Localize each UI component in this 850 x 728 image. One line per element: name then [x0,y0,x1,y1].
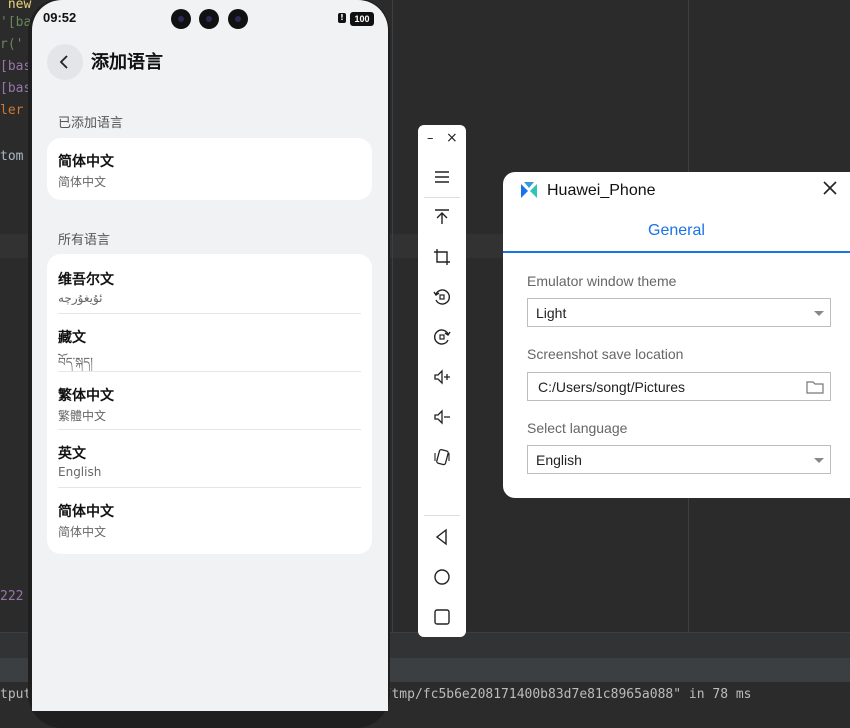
chevron-left-icon [59,55,68,69]
volume-down-icon [434,409,450,425]
folder-icon[interactable] [806,379,824,395]
toolbar-divider [424,197,460,198]
added-languages-card: 简体中文 简体中文 [47,138,372,200]
nav-recent-button[interactable] [430,605,454,629]
screenshot-location-field[interactable]: C:/Users/songt/Pictures [527,372,831,401]
code-line: [bas [0,59,32,74]
language-item[interactable]: 维吾尔文 ئۇيغۇرچە [47,256,372,314]
menu-button[interactable] [430,165,454,189]
camera-icon [199,9,219,29]
toolbar-title-bar: – × [418,125,466,153]
minimize-button[interactable]: – [427,131,434,146]
camera-icon [228,9,248,29]
crop-icon [434,249,450,265]
home-nav-icon [434,569,450,585]
language-item[interactable]: 简体中文 简体中文 [47,138,372,196]
language-item[interactable]: 简体中文 简体中文 [47,488,372,546]
shake-icon [434,449,450,466]
editor-guide [392,0,393,632]
page-title: 添加语言 [91,52,163,73]
close-button[interactable]: × [446,130,458,146]
language-name: 简体中文 [58,504,114,520]
language-item[interactable]: 英文 English [47,430,372,488]
app-header: 添加语言 [32,40,388,84]
section-label-all: 所有语言 [58,233,111,248]
phone-screen: 09:52 ! 100 添加语言 已添加语言 简体中文 简体中文 所有语言 维吾… [32,0,388,711]
language-value: English [536,452,582,468]
language-name: 英文 [58,446,86,462]
code-line: '[ba [0,15,32,30]
code-line: [bas [0,81,32,96]
console-text: al/tmp/fc5b6e208171400b83d7e81c8965a088"… [368,687,752,702]
huawei-logo-icon [521,182,537,198]
status-time: 09:52 [43,10,77,25]
code-line: new [0,0,32,12]
volume-up-icon [434,369,450,385]
language-native-name: ئۇيغۇرچە [58,291,103,305]
screenshot-location-value: C:/Users/songt/Pictures [538,379,686,395]
menu-icon [435,171,449,183]
back-button[interactable] [47,44,83,80]
language-native-name: 繁體中文 [58,409,107,423]
rotate-right-icon [433,329,451,345]
rotate-right-button[interactable] [430,325,454,349]
shake-button[interactable] [430,445,454,469]
close-icon [823,181,837,195]
nav-home-button[interactable] [430,565,454,589]
language-native-name: English [58,465,102,479]
language-item[interactable]: 繁体中文 繁體中文 [47,372,372,430]
theme-label: Emulator window theme [527,273,677,289]
code-line: ler [0,103,24,118]
language-name: 藏文 [58,330,86,346]
code-line: 222 [0,589,24,604]
screenshot-location-label: Screenshot save location [527,346,684,362]
code-line: tom [0,149,24,164]
language-label: Select language [527,420,628,436]
chevron-down-icon [814,311,824,316]
language-name: 简体中文 [58,154,114,170]
screenshot-button[interactable] [430,245,454,269]
volume-up-button[interactable] [430,365,454,389]
tab-indicator [503,251,850,253]
volume-down-button[interactable] [430,405,454,429]
battery-icon: 100 [350,12,374,26]
pin-top-button[interactable] [430,205,454,229]
rotate-left-icon [433,289,451,305]
toolbar-divider [424,515,460,516]
theme-value: Light [536,305,567,321]
dialog-title: Huawei_Phone [547,182,656,199]
language-item[interactable]: 藏文 བོད་སྐད། [47,314,372,372]
language-native-name: 简体中文 [58,525,107,539]
top-icon [435,209,449,224]
back-nav-icon [435,528,447,546]
settings-dialog: Huawei_Phone General Emulator window the… [503,172,850,498]
language-select[interactable]: English [527,445,831,474]
console-text: tput [0,687,32,702]
camera-icon [171,9,191,29]
chevron-down-icon [814,458,824,463]
language-native-name: 简体中文 [58,175,107,189]
tab-general[interactable]: General [503,222,850,240]
status-bar: 09:52 ! 100 [32,0,388,38]
code-line: r(' [0,37,24,52]
rotate-left-button[interactable] [430,285,454,309]
dialog-close-button[interactable] [821,179,839,201]
section-label-added: 已添加语言 [58,116,124,131]
language-name: 繁体中文 [58,388,114,404]
alert-icon: ! [338,13,346,23]
emulator-toolbar: – × [418,125,466,637]
nav-back-button[interactable] [430,525,454,549]
language-name: 维吾尔文 [58,272,114,288]
all-languages-card: 维吾尔文 ئۇيغۇرچە 藏文 བོད་སྐད། 繁体中文 繁體中文 英文 E… [47,254,372,554]
recent-nav-icon [434,609,450,625]
theme-select[interactable]: Light [527,298,831,327]
